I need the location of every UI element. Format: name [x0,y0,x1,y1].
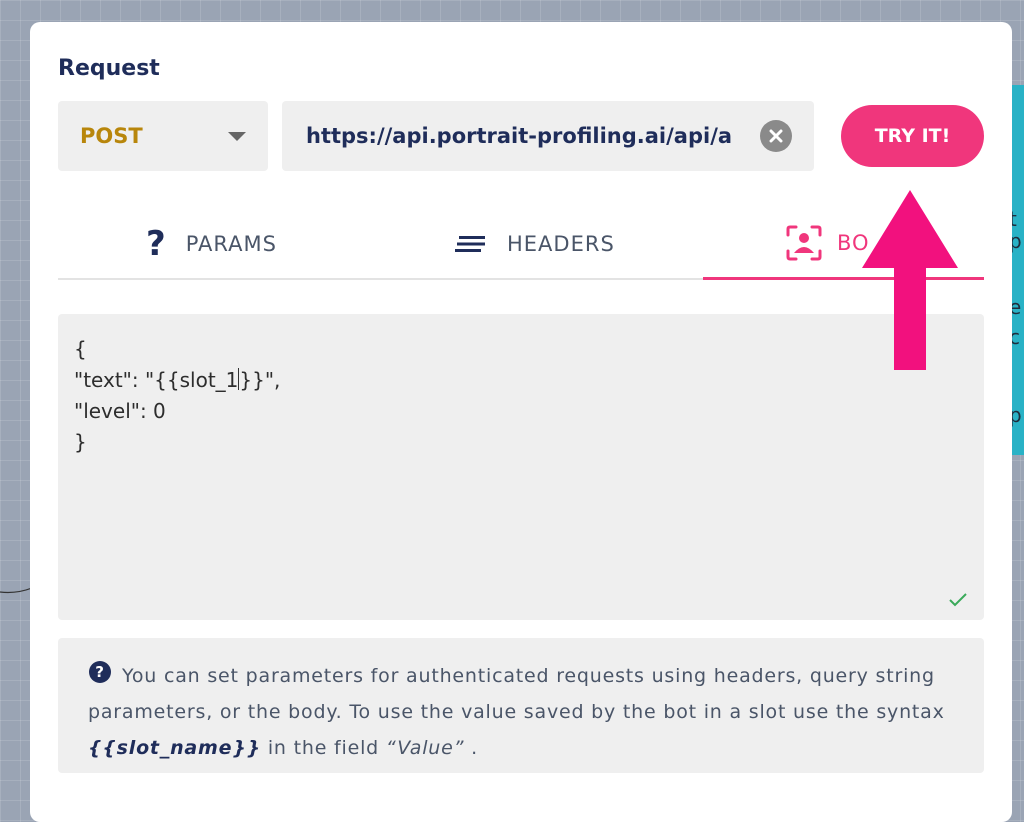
code-line: { [74,337,87,361]
tab-params-label: PARAMS [185,232,277,256]
check-icon [949,593,967,607]
try-it-button[interactable]: TRY IT! [841,105,984,167]
slot-syntax: {{slot_name}} [88,737,261,759]
info-text: You can set parameters for authenticated… [88,665,945,723]
info-box: ? You can set parameters for authenticat… [58,638,984,773]
tab-headers-label: HEADERS [507,232,615,256]
help-icon: ? [89,661,111,683]
close-icon [769,129,783,143]
body-code[interactable]: { "text": "{{slot_1}}", "level": 0 } [74,334,968,458]
svg-text:?: ? [95,663,105,681]
info-text: in the field [261,737,386,759]
code-line: } [74,430,87,454]
tab-headers[interactable]: HEADERS [455,208,615,280]
code-line: }}", [239,368,281,392]
url-field[interactable] [282,101,814,171]
lines-icon [455,236,485,252]
method-select[interactable]: POST [58,101,268,171]
background-connector-line [0,587,32,594]
chevron-down-icon [228,131,246,141]
user-frame-icon [786,225,822,260]
code-line: "text": "{{slot_1 [74,368,239,392]
value-field-name: “Value” [385,737,465,759]
body-editor[interactable]: { "text": "{{slot_1}}", "level": 0 } [58,314,984,620]
clear-url-button[interactable] [760,120,792,152]
arrow-up-icon [862,190,958,370]
url-input[interactable] [304,123,750,149]
method-value: POST [80,124,143,148]
request-tabs: ? PARAMS HEADERS BO [58,208,984,280]
question-icon: ? [146,224,166,264]
modal-title: Request [58,56,160,81]
request-modal: Request POST TRY IT! ? PARAMS HEADERS [30,22,1012,822]
info-text: . [464,737,478,759]
tab-params[interactable]: ? PARAMS [146,208,277,280]
code-line: "level": 0 [74,399,166,423]
